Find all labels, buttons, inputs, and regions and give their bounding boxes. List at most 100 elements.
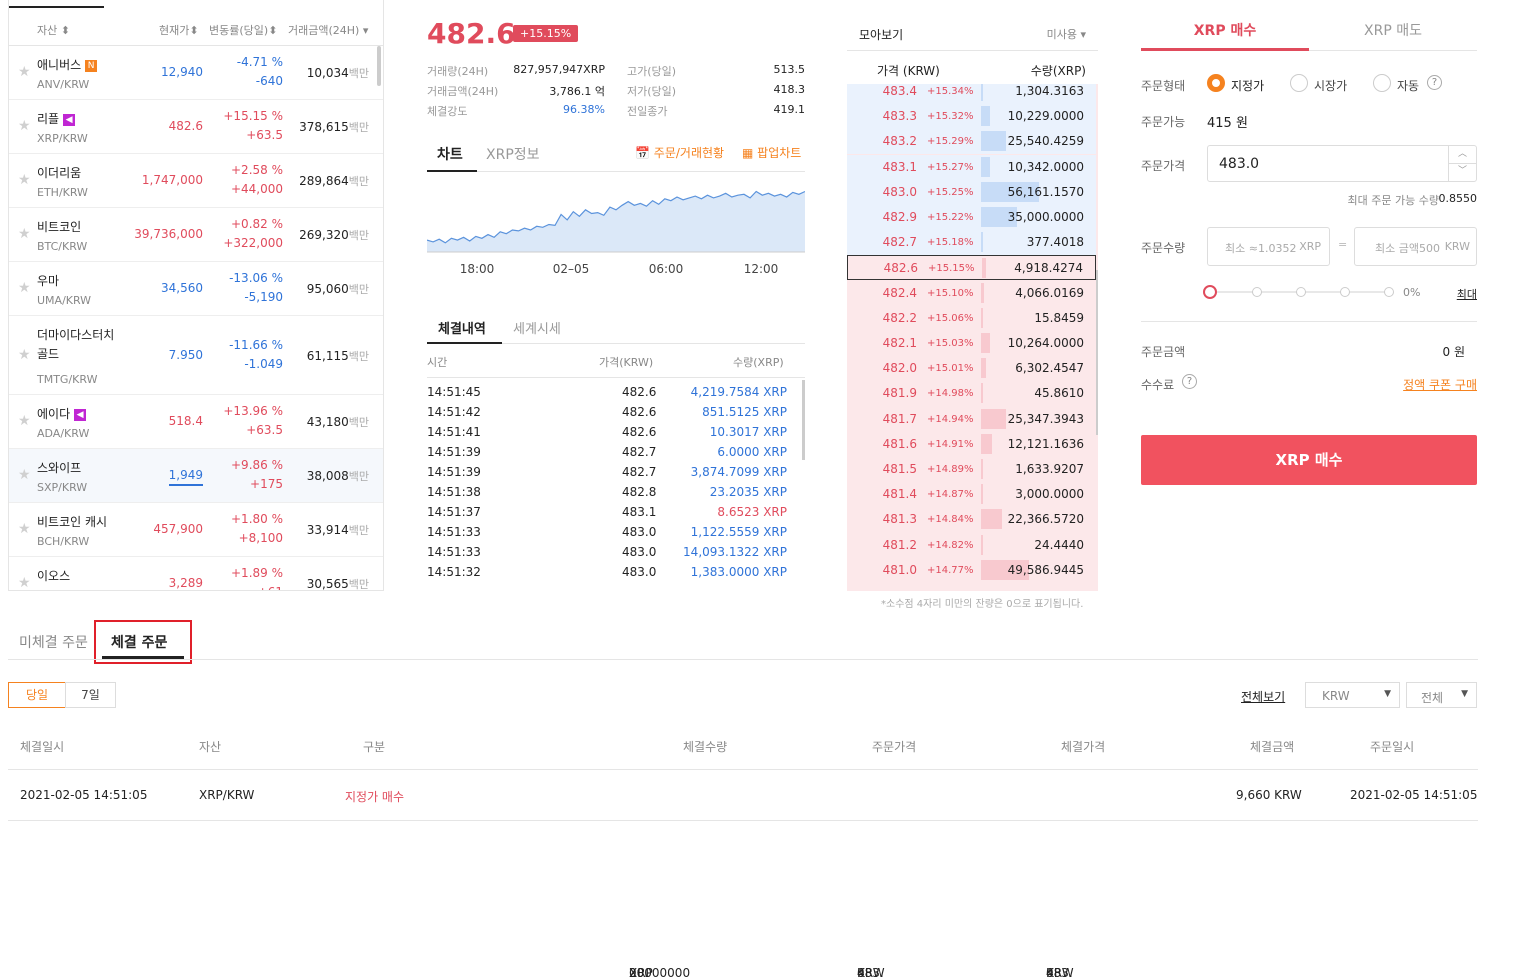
star-icon[interactable]: ★: [18, 118, 31, 134]
order-price-input[interactable]: 483.0 ︿ ﹀: [1207, 145, 1477, 182]
star-icon[interactable]: ★: [18, 521, 31, 537]
tab-filled-orders[interactable]: 체결 주문: [111, 632, 167, 652]
row-asset: XRP/KRW: [199, 788, 255, 802]
coin-change-rate: +1.80 %: [231, 512, 283, 526]
star-icon[interactable]: ★: [18, 64, 31, 80]
coin-row[interactable]: ★ 애니버스 N ANV/KRW 12,940 -4.71 % -640 10,034백만: [9, 46, 383, 100]
filter-select[interactable]: 전체 ▼: [1406, 682, 1477, 708]
orderbook-bid-row[interactable]: 482.4 +15.10% 4,066.0169: [847, 280, 1096, 306]
orderbook-bid-row[interactable]: 482.1 +15.03% 10,264.0000: [847, 331, 1096, 356]
radio-limit-label[interactable]: 지정가: [1231, 77, 1264, 94]
orderbook-bid-row[interactable]: 481.7 +14.94% 25,347.3943: [847, 406, 1096, 432]
slider-step-50[interactable]: [1296, 287, 1306, 297]
sort-price-header[interactable]: 현재가⬍: [159, 22, 199, 38]
tab-trade-history[interactable]: 체결내역: [438, 318, 486, 337]
slider-step-75[interactable]: [1340, 287, 1350, 297]
view-all-link[interactable]: 전체보기: [1241, 688, 1285, 705]
coin-row[interactable]: ★ 비트코인 BTC/KRW 39,736,000 +0.82 % +322,000 269…: [9, 208, 383, 262]
strength-label: 체결강도: [427, 105, 468, 118]
qty-placeholder: 최소 ≈1.0352: [1225, 242, 1297, 255]
star-icon[interactable]: ★: [18, 280, 31, 296]
slider-step-100[interactable]: [1384, 287, 1394, 297]
order-amount-input[interactable]: 최소 금액500 KRW: [1354, 227, 1477, 266]
orderbook-bid-row[interactable]: 481.6 +14.91% 12,121.1636: [847, 431, 1096, 457]
orderbook-ask-row[interactable]: 483.4 +15.34% 1,304.3163: [847, 84, 1096, 104]
orderbook-bid-row[interactable]: 482.6 +15.15% 4,918.4274: [847, 255, 1096, 281]
fee-help-icon[interactable]: ?: [1182, 374, 1197, 389]
slider-step-25[interactable]: [1252, 287, 1262, 297]
orderbook-bid-row[interactable]: 482.0 +15.01% 6,302.4547: [847, 356, 1096, 382]
price-chart[interactable]: 18:00 02–05 06:00 12:00: [427, 176, 805, 276]
orderbook-ask-row[interactable]: 483.0 +15.25% 56,161.1570: [847, 179, 1096, 205]
orders-status-link[interactable]: 📅 주문/거래현황: [635, 144, 724, 161]
chart-tabs: 차트 XRP정보 📅 주문/거래현황 ▦ 팝업차트: [427, 140, 805, 172]
popup-chart-link[interactable]: ▦ 팝업차트: [742, 144, 801, 161]
coin-row[interactable]: ★ 이더리움 ETH/KRW 1,747,000 +2.58 % +44,000 289,8…: [9, 154, 383, 208]
price-up-icon[interactable]: ︿: [1448, 146, 1476, 164]
row-fill-time: 2021-02-05 14:51:05: [20, 788, 148, 802]
trade-header-divider: [427, 377, 805, 378]
chevron-down-icon: ▼: [1461, 689, 1468, 699]
coin-row[interactable]: ★ 리플 ◀ XRP/KRW 482.6 +15.15 % +63.5 378,615백만: [9, 100, 383, 154]
tab-sell[interactable]: XRP 매도: [1309, 20, 1477, 40]
ob-qty: 56,161.1570: [1007, 184, 1084, 199]
volume-label: 거래량(24H): [427, 65, 489, 78]
sort-change-header[interactable]: 변동률(당일)⬍: [209, 22, 277, 38]
orderbook-ask-row[interactable]: 483.3 +15.32% 10,229.0000: [847, 104, 1096, 130]
tab-buy[interactable]: XRP 매수: [1141, 20, 1309, 40]
coin-row[interactable]: ★ 비트코인 캐시 BCH/KRW 457,900 +1.80 % +8,100 33,91…: [9, 503, 383, 557]
orderbook-ask-row[interactable]: 483.2 +15.29% 25,540.4259: [847, 129, 1096, 155]
help-icon[interactable]: ?: [1427, 75, 1442, 90]
coupon-link[interactable]: 정액 쿠폰 구매: [1403, 376, 1477, 393]
max-button[interactable]: 최대: [1457, 286, 1477, 302]
star-icon[interactable]: ★: [18, 172, 31, 188]
coin-row[interactable]: ★ 스와이프 SXP/KRW 1,949 +9.86 % +175 38,008백만: [9, 449, 383, 503]
tab-world-price[interactable]: 세계시세: [513, 318, 561, 337]
orderbook-ask-row[interactable]: 483.1 +15.27% 10,342.0000: [847, 154, 1096, 180]
sort-asset-header[interactable]: 자산 ⬍: [37, 22, 70, 38]
star-icon[interactable]: ★: [18, 575, 31, 590]
radio-market-label[interactable]: 시장가: [1314, 77, 1347, 94]
coin-row[interactable]: ★ 에이다 ◀ ADA/KRW 518.4 +13.96 % +63.5 43,180백만: [9, 395, 383, 449]
coin-list-scrollbar[interactable]: [377, 46, 381, 86]
orderbook-ask-row[interactable]: 482.9 +15.22% 35,000.0000: [847, 205, 1096, 230]
radio-market[interactable]: [1290, 74, 1308, 92]
qty-slider-handle[interactable]: [1203, 285, 1217, 299]
orderbook-scrollbar[interactable]: [1096, 270, 1098, 435]
order-qty-input[interactable]: 최소 ≈1.0352 XRP: [1207, 227, 1330, 266]
orderbook-ask-row[interactable]: 482.7 +15.18% 377.4018: [847, 230, 1096, 256]
high-value: 513.5: [773, 63, 806, 76]
coin-row[interactable]: ★ 이오스 EOS/KRW 3,289 +1.89 % +61 30,565백만: [9, 557, 383, 590]
orderbook-bid-row[interactable]: 481.0 +14.77% 49,586.9445: [847, 557, 1096, 583]
coin-row[interactable]: ★ 더마이다스터치 골드 TMTG/KRW 7.950 -11.66 % -1.049 61,…: [9, 316, 383, 395]
radio-limit[interactable]: [1207, 74, 1225, 92]
range-7d-button[interactable]: 7일: [65, 682, 116, 708]
volume-bar: [981, 433, 992, 454]
coin-row[interactable]: ★ 우마 UMA/KRW 34,560 -13.06 % -5,190 95,060백만: [9, 262, 383, 316]
trade-scrollbar[interactable]: [802, 380, 805, 460]
orderbook-bid-row[interactable]: 481.2 +14.82% 24.4440: [847, 532, 1096, 558]
star-icon[interactable]: ★: [18, 467, 31, 483]
ob-price: 482.9: [882, 210, 917, 224]
star-icon[interactable]: ★: [18, 347, 31, 363]
range-today-button[interactable]: 당일: [8, 682, 66, 708]
tab-xrp-info[interactable]: XRP정보: [486, 144, 540, 164]
price-down-icon[interactable]: ﹀: [1448, 164, 1476, 181]
orderbook-bid-row[interactable]: 481.9 +14.98% 45.8610: [847, 381, 1096, 407]
tab-chart[interactable]: 차트: [437, 144, 463, 164]
currency-select[interactable]: KRW ▼: [1305, 682, 1400, 708]
orderbook-bid-row[interactable]: 482.2 +15.06% 15.8459: [847, 305, 1096, 331]
star-icon[interactable]: ★: [18, 413, 31, 429]
orderbook-bid-row[interactable]: 481.5 +14.89% 1,633.9207: [847, 457, 1096, 482]
buy-submit-button[interactable]: XRP 매수: [1141, 435, 1477, 485]
radio-auto[interactable]: [1373, 74, 1391, 92]
radio-auto-label[interactable]: 자동: [1397, 77, 1419, 94]
orderbook-bid-row[interactable]: 481.4 +14.87% 3,000.0000: [847, 482, 1096, 508]
sort-volume-header[interactable]: 거래금액(24H) ▾: [288, 22, 368, 38]
prev-close-value: 419.1: [773, 103, 806, 116]
tab-open-orders[interactable]: 미체결 주문: [19, 632, 88, 652]
grouping-select[interactable]: 미사용 ▾: [1047, 26, 1086, 42]
chart-x-tick: 02–05: [553, 262, 590, 276]
star-icon[interactable]: ★: [18, 226, 31, 242]
orderbook-bid-row[interactable]: 481.3 +14.84% 22,366.5720: [847, 507, 1096, 533]
